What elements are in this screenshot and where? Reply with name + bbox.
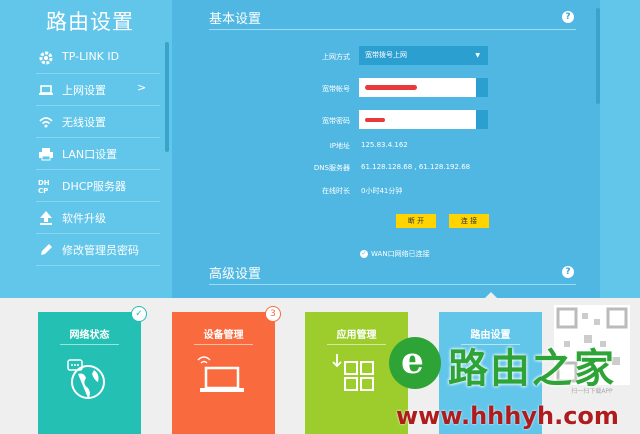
- dns-value: 61.128.128.68 , 61.128.192.68: [361, 163, 471, 171]
- divider: [194, 344, 253, 345]
- sidebar-item-internet[interactable]: 上网设置 >: [0, 74, 160, 106]
- sidebar-item-wireless[interactable]: 无线设置: [0, 106, 160, 138]
- account-input[interactable]: [359, 78, 476, 97]
- sidebar-item-upgrade[interactable]: 软件升级: [0, 202, 160, 234]
- chevron-down-icon: ▼: [475, 52, 480, 59]
- panel-scrollbar[interactable]: [596, 8, 600, 104]
- sidebar-item-dhcp[interactable]: DH CP DHCP服务器: [0, 170, 160, 202]
- laptop-wifi-icon: [197, 356, 244, 392]
- conn-type-value: 宽带拨号上网: [365, 51, 407, 59]
- help-icon[interactable]: ?: [562, 266, 574, 278]
- divider: [209, 284, 576, 285]
- globe-icon: [67, 359, 105, 399]
- tile-label: 网络状态: [69, 330, 110, 341]
- sidebar-item-label: 软件升级: [62, 212, 106, 225]
- redaction-scribble: [365, 85, 417, 90]
- divider: [60, 344, 119, 345]
- upload-icon: [40, 211, 52, 225]
- sidebar-title: 路由设置: [46, 10, 134, 34]
- account-input-edge: [476, 78, 488, 97]
- wifi-icon: [39, 117, 53, 128]
- sidebar-item-admin-password[interactable]: 修改管理员密码: [0, 234, 160, 266]
- watermark-logo: e: [389, 337, 441, 389]
- password-input-edge: [476, 110, 488, 129]
- conn-type-select[interactable]: 宽带拨号上网 ▼: [359, 46, 488, 65]
- connect-button[interactable]: 连 接: [449, 214, 489, 228]
- sidebar-item-lan[interactable]: LAN口设置: [0, 138, 160, 170]
- tile-network-status[interactable]: 网络状态: [38, 312, 141, 434]
- watermark-url: www.hhhyh.com: [396, 402, 619, 430]
- account-label: 宽带帐号: [322, 85, 350, 93]
- device-count-badge: 3: [265, 306, 281, 322]
- printer-icon: [39, 148, 53, 161]
- password-label: 宽带密码: [322, 117, 350, 125]
- sidebar-item-label: 修改管理员密码: [62, 244, 139, 257]
- tile-device-management[interactable]: 设备管理: [172, 312, 275, 434]
- chevron-right-icon: >: [137, 81, 147, 94]
- uptime-value: 0小时41分钟: [361, 187, 403, 195]
- wan-status: ✓ WAN口网络已连接: [360, 249, 430, 259]
- dns-label: DNS服务器: [313, 164, 350, 172]
- gear-icon: [39, 51, 53, 65]
- ip-value: 125.83.4.162: [361, 141, 408, 149]
- password-input[interactable]: [359, 110, 476, 129]
- wan-status-text: WAN口网络已连接: [371, 250, 430, 258]
- svg-text:CP: CP: [38, 187, 48, 194]
- active-tile-pointer: [484, 292, 498, 299]
- sidebar-item-label: TP-LINK ID: [62, 50, 120, 63]
- sidebar-item-label: DHCP服务器: [62, 180, 127, 193]
- sidebar-item-label: 上网设置: [62, 84, 106, 97]
- sidebar: 路由设置 TP-LINK ID 上网设置 > 无线设置 LAN口设置 DH CP …: [0, 0, 172, 298]
- conn-type-label: 上网方式: [322, 53, 350, 61]
- divider: [327, 344, 386, 345]
- uptime-label: 在线时长: [322, 187, 350, 195]
- divider: [36, 265, 160, 266]
- logo-letter: e: [401, 340, 424, 382]
- redaction-scribble: [365, 118, 385, 122]
- pencil-icon: [41, 244, 52, 255]
- dhcp-icon: DHCP: [38, 179, 50, 194]
- disconnect-button[interactable]: 断 开: [396, 214, 436, 228]
- section-title-advanced: 高级设置: [209, 267, 262, 282]
- sidebar-item-label: 无线设置: [62, 116, 106, 129]
- sidebar-item-tplink-id[interactable]: TP-LINK ID: [0, 42, 160, 74]
- section-title-basic: 基本设置: [209, 12, 262, 27]
- checkmark-badge: ✓: [131, 306, 147, 322]
- tile-label: 应用管理: [336, 330, 377, 341]
- help-icon[interactable]: ?: [562, 11, 574, 23]
- svg-text:DH: DH: [38, 179, 50, 187]
- watermark-brand: 路由之家: [448, 346, 616, 392]
- divider: [209, 29, 576, 30]
- laptop-icon: [39, 85, 53, 95]
- tile-label: 设备管理: [203, 330, 244, 341]
- sidebar-scrollbar[interactable]: [165, 42, 169, 152]
- ip-label: IP地址: [329, 142, 350, 150]
- apps-grid-icon: [332, 354, 374, 391]
- sidebar-item-label: LAN口设置: [62, 148, 118, 161]
- check-circle-icon: ✓: [360, 250, 368, 258]
